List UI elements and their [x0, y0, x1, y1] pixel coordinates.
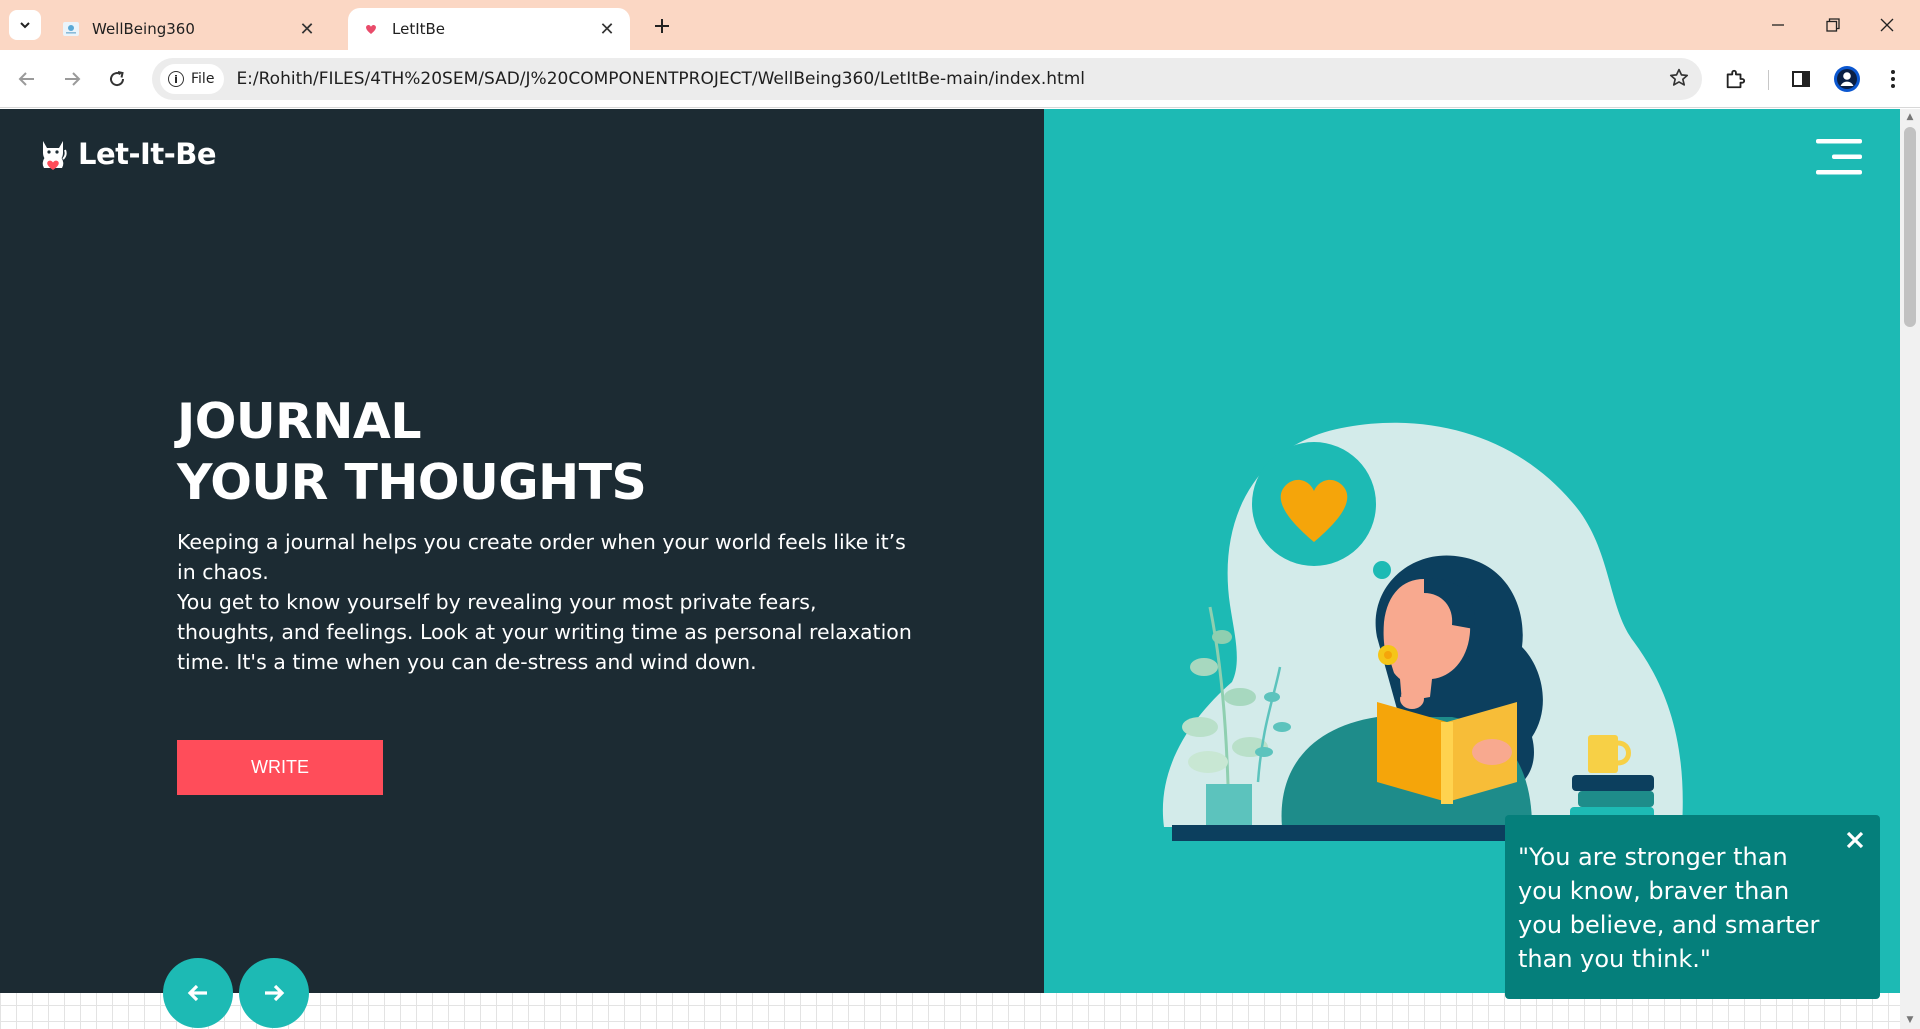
toolbar-separator [1768, 70, 1769, 90]
scroll-down-icon[interactable]: ▼ [1905, 1015, 1915, 1025]
hamburger-menu-button[interactable] [1816, 139, 1862, 175]
tab-title: WellBeing360 [92, 20, 195, 38]
quote-close-button[interactable] [1842, 827, 1868, 853]
close-tab-icon[interactable]: ✕ [596, 18, 618, 40]
hamburger-icon [1816, 139, 1862, 175]
profile-icon [1834, 66, 1860, 92]
profile-button[interactable] [1830, 62, 1864, 96]
address-bar[interactable]: i File E:/Rohith/FILES/4TH%20SEM/SAD/J%2… [152, 58, 1702, 100]
tab-search-button[interactable] [9, 10, 41, 40]
browser-toolbar: i File E:/Rohith/FILES/4TH%20SEM/SAD/J%2… [0, 50, 1920, 108]
tab-title: LetItBe [392, 20, 446, 38]
quote-popup: "You are stronger than you know, braver … [1505, 815, 1880, 999]
arrow-left-icon [187, 984, 207, 1002]
close-icon [1880, 18, 1894, 32]
brand-name: Let-It-Be [78, 137, 217, 171]
minimize-button[interactable] [1755, 10, 1801, 40]
letitbe-favicon-icon [362, 20, 380, 38]
extensions-icon [1726, 69, 1746, 89]
hero-description: Keeping a journal helps you create order… [177, 527, 917, 677]
forward-icon [65, 72, 81, 86]
scroll-up-icon[interactable]: ▲ [1905, 112, 1915, 122]
write-button[interactable]: WRITE [177, 740, 383, 795]
hero-title: JOURNAL YOUR THOUGHTS [177, 391, 647, 513]
side-panel-button[interactable] [1784, 62, 1818, 96]
forward-button[interactable] [55, 62, 89, 96]
cat-logo-icon [42, 141, 67, 170]
menu-icon [1891, 70, 1895, 88]
scheme-label: File [191, 71, 215, 87]
url-text[interactable]: E:/Rohith/FILES/4TH%20SEM/SAD/J%20COMPON… [236, 69, 1085, 89]
restore-button[interactable] [1810, 10, 1856, 40]
browser-menu-button[interactable] [1876, 62, 1910, 96]
tab-strip: WellBeing360 ✕ LetItBe ✕ [0, 0, 1920, 50]
info-icon: i [168, 71, 184, 87]
tab-wellbeing360[interactable]: WellBeing360 ✕ [48, 8, 330, 50]
minimize-icon [1772, 24, 1784, 26]
extensions-button[interactable] [1718, 62, 1752, 96]
hero-paragraph-1: Keeping a journal helps you create order… [177, 530, 906, 584]
back-button[interactable] [10, 62, 44, 96]
close-icon [1846, 831, 1864, 849]
bookmark-star-icon[interactable] [1668, 67, 1690, 93]
site-info-chip[interactable]: i File [160, 64, 225, 94]
hero-left-panel: Let-It-Be JOURNAL YOUR THOUGHTS Keeping … [0, 109, 1044, 993]
page-viewport: Let-It-Be JOURNAL YOUR THOUGHTS Keeping … [0, 109, 1900, 1029]
hero-title-line2: YOUR THOUGHTS [177, 454, 647, 511]
reload-icon [110, 71, 125, 87]
brand[interactable]: Let-It-Be [38, 137, 217, 171]
back-icon [18, 72, 34, 86]
wellbeing360-favicon-icon [62, 20, 80, 38]
new-tab-button[interactable] [648, 12, 676, 40]
close-tab-icon[interactable]: ✕ [296, 18, 318, 40]
plus-icon [655, 19, 669, 33]
close-window-button[interactable] [1864, 10, 1910, 40]
reload-button[interactable] [100, 62, 134, 96]
hero-title-line1: JOURNAL [177, 393, 422, 450]
quote-text: "You are stronger than you know, braver … [1518, 843, 1820, 973]
scrollbar-thumb[interactable] [1904, 127, 1916, 327]
prev-button[interactable] [163, 958, 233, 1028]
arrow-right-icon [265, 984, 285, 1002]
side-panel-icon [1792, 71, 1810, 87]
tab-letitbe[interactable]: LetItBe ✕ [348, 8, 630, 50]
tab-search-icon [20, 22, 30, 29]
vertical-scrollbar[interactable]: ▲ ▼ [1900, 109, 1920, 1029]
restore-icon [1826, 18, 1840, 32]
hero-paragraph-2: You get to know yourself by revealing yo… [177, 590, 912, 674]
next-button[interactable] [239, 958, 309, 1028]
